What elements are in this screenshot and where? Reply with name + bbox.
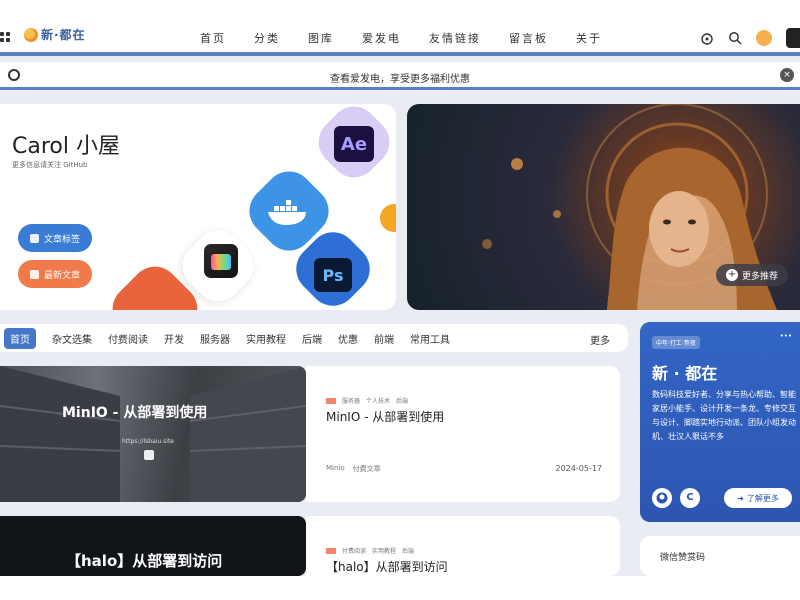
post-card[interactable]: 付费阅读 实用教程 后端 【halo】从部署到访问 <box>306 516 620 576</box>
reward-card: 微信赞赏码 <box>640 536 800 576</box>
hero-subtitle: 更多信息请关注 GitHub <box>12 161 88 169</box>
rss-icon[interactable] <box>700 31 714 45</box>
profile-name: 新 · 都在 <box>652 364 718 383</box>
site-logo[interactable]: 新·都在 <box>24 26 86 43</box>
arrow-right-icon: ➜ <box>737 493 744 503</box>
more-options-icon[interactable]: ••• <box>780 332 792 340</box>
post-cover[interactable]: MinIO - 从部署到使用 https://lsbaiu.site <box>0 366 306 502</box>
nav-actions <box>700 28 800 48</box>
github-icon[interactable] <box>652 488 672 508</box>
tag-icon <box>30 233 39 243</box>
bottom-strip <box>0 576 800 600</box>
post-date: 2024-05-17 <box>555 464 603 473</box>
tabs-more-link[interactable]: 更多 <box>590 332 610 347</box>
nav-item-about[interactable]: 关于 <box>576 30 602 46</box>
post-author[interactable]: Minio <box>326 464 345 474</box>
main-nav: 首页 分类 图库 爱发电 友情链接 留言板 关于 <box>200 30 630 46</box>
post-footer: Minio 付费文章 <box>326 464 381 474</box>
search-icon[interactable] <box>728 31 742 45</box>
tab-essays[interactable]: 杂文选集 <box>52 331 92 346</box>
article-tags-button[interactable]: 文章标签 <box>18 224 93 252</box>
sketch-tile <box>374 198 396 238</box>
article-tags-label: 文章标签 <box>44 234 81 245</box>
author-profile-card: 中年·打工·熬夜 ••• 新 · 都在 数码科技爱好者、分享与热心帮助、智能家居… <box>640 322 800 522</box>
post-tags: 服务器 个人技术 后端 <box>326 396 408 405</box>
post-cover[interactable]: 【halo】从部署到访问 <box>0 516 306 576</box>
tab-backend[interactable]: 后端 <box>302 331 322 346</box>
notice-text[interactable]: 查看爱发电，享受更多福利优惠 <box>0 70 800 85</box>
tab-tutorial[interactable]: 实用教程 <box>246 331 286 346</box>
category-tabs: 首页 杂文选集 付费阅读 开发 服务器 实用教程 后端 优惠 前端 常用工具 更… <box>0 324 628 352</box>
warehouse-image <box>0 366 306 502</box>
post-cover-title: 【halo】从部署到访问 <box>66 552 223 570</box>
tab-deals[interactable]: 优惠 <box>338 331 358 346</box>
tab-server[interactable]: 服务器 <box>200 331 230 346</box>
latest-articles-button[interactable]: 最新文章 <box>18 260 93 288</box>
more-recommend-label: 更多推荐 <box>741 271 778 282</box>
post-tag[interactable]: 后端 <box>402 546 414 555</box>
logo-mark-icon <box>24 27 38 42</box>
c-icon[interactable]: C <box>680 488 700 508</box>
more-recommend-button[interactable]: + 更多推荐 <box>715 264 788 286</box>
ps-app-icon: Ps <box>314 258 352 292</box>
close-icon[interactable]: × <box>780 68 794 82</box>
post-cover-title: MinIO - 从部署到使用 <box>62 405 208 421</box>
post-tag[interactable]: 后端 <box>396 396 408 405</box>
tab-frontend[interactable]: 前端 <box>374 331 394 346</box>
logo-text: 新·都在 <box>41 28 86 42</box>
final-cut-icon <box>204 244 238 278</box>
post-tags: 付费阅读 实用教程 后端 <box>326 546 414 555</box>
latest-articles-label: 最新文章 <box>44 270 81 281</box>
post-tag[interactable]: 付费阅读 <box>342 546 366 555</box>
tab-dev[interactable]: 开发 <box>164 331 184 346</box>
nav-item-home[interactable]: 首页 <box>200 30 226 46</box>
plus-icon: + <box>725 269 738 281</box>
tab-paid[interactable]: 付费阅读 <box>108 331 148 346</box>
nav-item-guestbook[interactable]: 留言板 <box>509 30 548 46</box>
nav-item-afdian[interactable]: 爱发电 <box>362 30 401 46</box>
badge-icon <box>326 547 336 554</box>
theme-toggle-button[interactable] <box>786 28 800 48</box>
post-cover-url: https://lsbaiu.site <box>122 438 174 445</box>
top-nav: 新·都在 首页 分类 图库 爱发电 友情链接 留言板 关于 <box>0 0 800 56</box>
profile-tag: 中年·打工·熬夜 <box>652 336 700 349</box>
nav-item-category[interactable]: 分类 <box>254 30 280 46</box>
nav-item-links[interactable]: 友情链接 <box>429 30 481 46</box>
hero-title: Carol 小屋 <box>12 134 120 159</box>
docker-icon <box>268 200 306 225</box>
ae-app-icon: Ae <box>334 126 374 162</box>
nav-item-gallery[interactable]: 图库 <box>308 30 334 46</box>
tab-tools[interactable]: 常用工具 <box>410 331 450 346</box>
post-tag[interactable]: 服务器 <box>342 396 360 405</box>
notice-bar: 查看爱发电，享受更多福利优惠 × <box>0 62 800 90</box>
reward-title: 微信赞赏码 <box>660 553 706 563</box>
profile-description: 数码科技爱好者、分享与热心帮助、智能家居小能手、设计开发一条龙、专修交互与设计、… <box>652 390 796 441</box>
post-category[interactable]: 付费文章 <box>353 464 381 474</box>
fire-icon <box>30 269 39 279</box>
hero-intro-card: Carol 小屋 更多信息请关注 GitHub 文章标签 最新文章 Ae Ps <box>0 104 396 310</box>
post-title[interactable]: MinIO - 从部署到使用 <box>326 408 444 425</box>
post-card[interactable]: 服务器 个人技术 后端 MinIO - 从部署到使用 Minio 付费文章 20… <box>306 366 620 502</box>
user-avatar[interactable] <box>756 30 772 46</box>
badge-icon <box>326 397 336 404</box>
post-title[interactable]: 【halo】从部署到访问 <box>326 558 448 575</box>
learn-more-button[interactable]: ➜ 了解更多 <box>724 488 792 508</box>
post-tag[interactable]: 个人技术 <box>366 396 390 405</box>
site-mini-icon <box>144 450 154 460</box>
post-tag[interactable]: 实用教程 <box>372 546 396 555</box>
learn-more-label: 了解更多 <box>746 493 779 503</box>
tab-home[interactable]: 首页 <box>4 327 36 349</box>
grid-icon[interactable] <box>0 32 10 42</box>
featured-image[interactable]: + 更多推荐 <box>407 104 800 310</box>
